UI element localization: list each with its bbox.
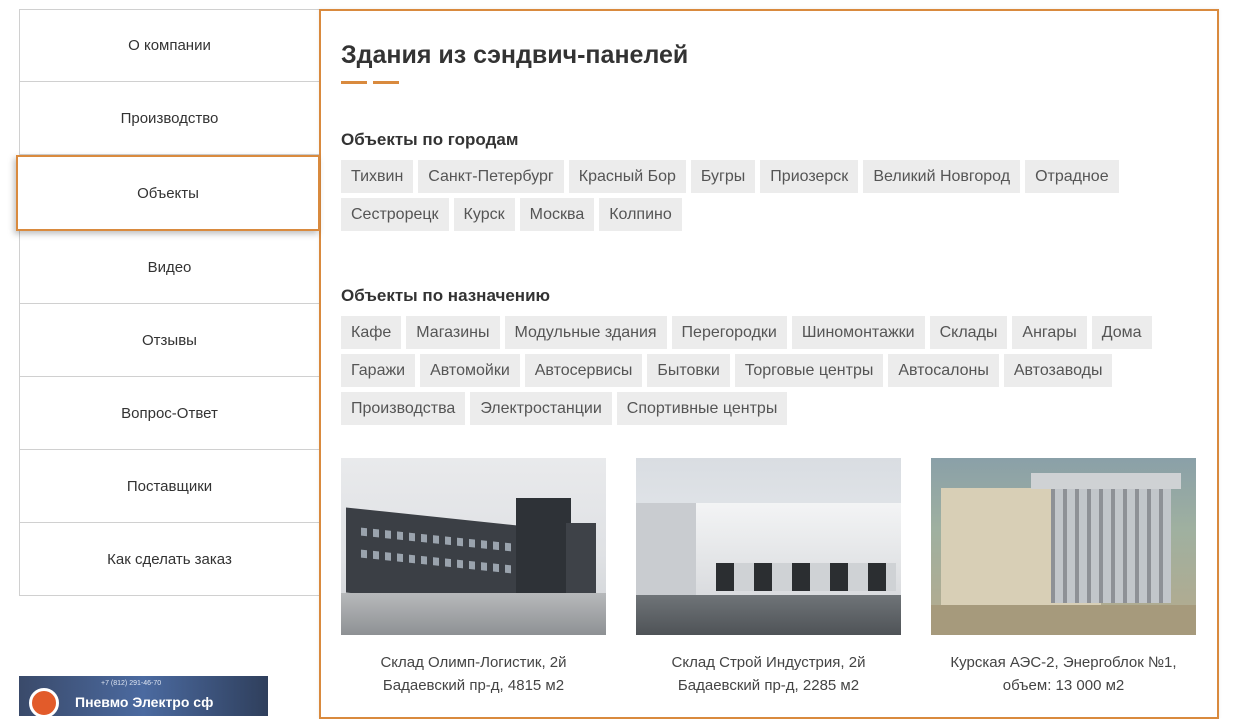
purpose-tag[interactable]: Склады <box>929 316 1008 349</box>
sidebar-item-production[interactable]: Производство <box>19 82 320 155</box>
purpose-tag[interactable]: Спортивные центры <box>616 392 788 425</box>
object-caption[interactable]: Склад Строй Индустрия, 2й Бадаевский пр-… <box>636 651 901 697</box>
sidebar-item-faq[interactable]: Вопрос-Ответ <box>19 377 320 450</box>
object-photo[interactable] <box>636 458 901 635</box>
promo-banner[interactable]: +7 (812) 291-46-70 Пневмо Электро сф <box>19 676 268 716</box>
purpose-tag[interactable]: Кафе <box>341 316 402 349</box>
city-tag[interactable]: Колпино <box>599 198 682 231</box>
page-title: Здания из сэндвич-панелей <box>341 41 689 69</box>
object-card[interactable]: Склад Олимп-Логистик, 2й Бадаевский пр-д… <box>341 458 606 697</box>
caption-line: Склад Строй Индустрия, 2й <box>671 654 866 671</box>
company-logo-icon <box>29 688 59 716</box>
banner-phone: +7 (812) 291-46-70 <box>101 680 162 687</box>
purpose-tag[interactable]: Автосервисы <box>524 354 643 387</box>
sidebar-item-video[interactable]: Видео <box>19 231 320 304</box>
purpose-tag[interactable]: Перегородки <box>671 316 787 349</box>
purpose-tag[interactable]: Дома <box>1091 316 1152 349</box>
purpose-tag[interactable]: Магазины <box>406 316 500 349</box>
sidebar-item-objects[interactable]: Объекты <box>16 155 320 231</box>
city-tag[interactable]: Сестрорецк <box>341 198 449 231</box>
purpose-tag[interactable]: Гаражи <box>341 354 416 387</box>
sidebar-item-about[interactable]: О компании <box>19 9 320 82</box>
object-photo[interactable] <box>931 458 1196 635</box>
caption-line: объем: 13 000 м2 <box>1002 677 1125 694</box>
purpose-tag[interactable]: Торговые центры <box>734 354 884 387</box>
city-tag[interactable]: Бугры <box>690 160 756 193</box>
city-tags: Тихвин Санкт-Петербург Красный Бор Бугры При… <box>341 160 1211 236</box>
purpose-section-title: Объекты по назначению <box>341 286 551 305</box>
city-tag[interactable]: Красный Бор <box>568 160 686 193</box>
caption-line: Склад Олимп-Логистик, 2й <box>380 654 567 671</box>
sidebar-item-suppliers[interactable]: Поставщики <box>19 450 320 523</box>
object-card[interactable]: Склад Строй Индустрия, 2й Бадаевский пр-… <box>636 458 901 697</box>
city-tag[interactable]: Великий Новгород <box>863 160 1021 193</box>
purpose-tag[interactable]: Шиномонтажки <box>791 316 925 349</box>
object-card[interactable]: Курская АЭС-2, Энергоблок №1, объем: 13 … <box>931 458 1196 697</box>
purpose-tag[interactable]: Автозаводы <box>1003 354 1113 387</box>
cities-section-title: Объекты по городам <box>341 130 519 149</box>
sidebar-item-how-to-order[interactable]: Как сделать заказ <box>19 523 320 596</box>
caption-line: Бадаевский пр-д, 4815 м2 <box>382 677 565 694</box>
main-panel: Здания из сэндвич-панелей Объекты по гор… <box>319 9 1219 719</box>
purpose-tag[interactable]: Автосалоны <box>888 354 999 387</box>
city-tag[interactable]: Приозерск <box>760 160 859 193</box>
purpose-tag[interactable]: Модульные здания <box>504 316 667 349</box>
caption-line: Бадаевский пр-д, 2285 м2 <box>677 677 860 694</box>
purpose-tag[interactable]: Электростанции <box>470 392 612 425</box>
purpose-tag[interactable]: Ангары <box>1012 316 1087 349</box>
sidebar-item-reviews[interactable]: Отзывы <box>19 304 320 377</box>
object-photo[interactable] <box>341 458 606 635</box>
purpose-tag[interactable]: Бытовки <box>647 354 730 387</box>
caption-line: Курская АЭС-2, Энергоблок №1, <box>950 654 1177 671</box>
banner-title: Пневмо Электро сф <box>75 694 214 710</box>
sidebar-nav: О компании Производство Объекты Видео От… <box>16 9 320 596</box>
city-tag[interactable]: Санкт-Петербург <box>418 160 564 193</box>
city-tag[interactable]: Москва <box>519 198 595 231</box>
object-caption[interactable]: Склад Олимп-Логистик, 2й Бадаевский пр-д… <box>341 651 606 697</box>
purpose-tag[interactable]: Автомойки <box>420 354 520 387</box>
city-tag[interactable]: Курск <box>453 198 515 231</box>
city-tag[interactable]: Отрадное <box>1025 160 1119 193</box>
object-caption[interactable]: Курская АЭС-2, Энергоблок №1, объем: 13 … <box>931 651 1196 697</box>
city-tag[interactable]: Тихвин <box>341 160 414 193</box>
purpose-tags: Кафе Магазины Модульные здания Перегородки Ш… <box>341 316 1211 430</box>
purpose-tag[interactable]: Производства <box>341 392 466 425</box>
title-underline <box>341 81 399 84</box>
